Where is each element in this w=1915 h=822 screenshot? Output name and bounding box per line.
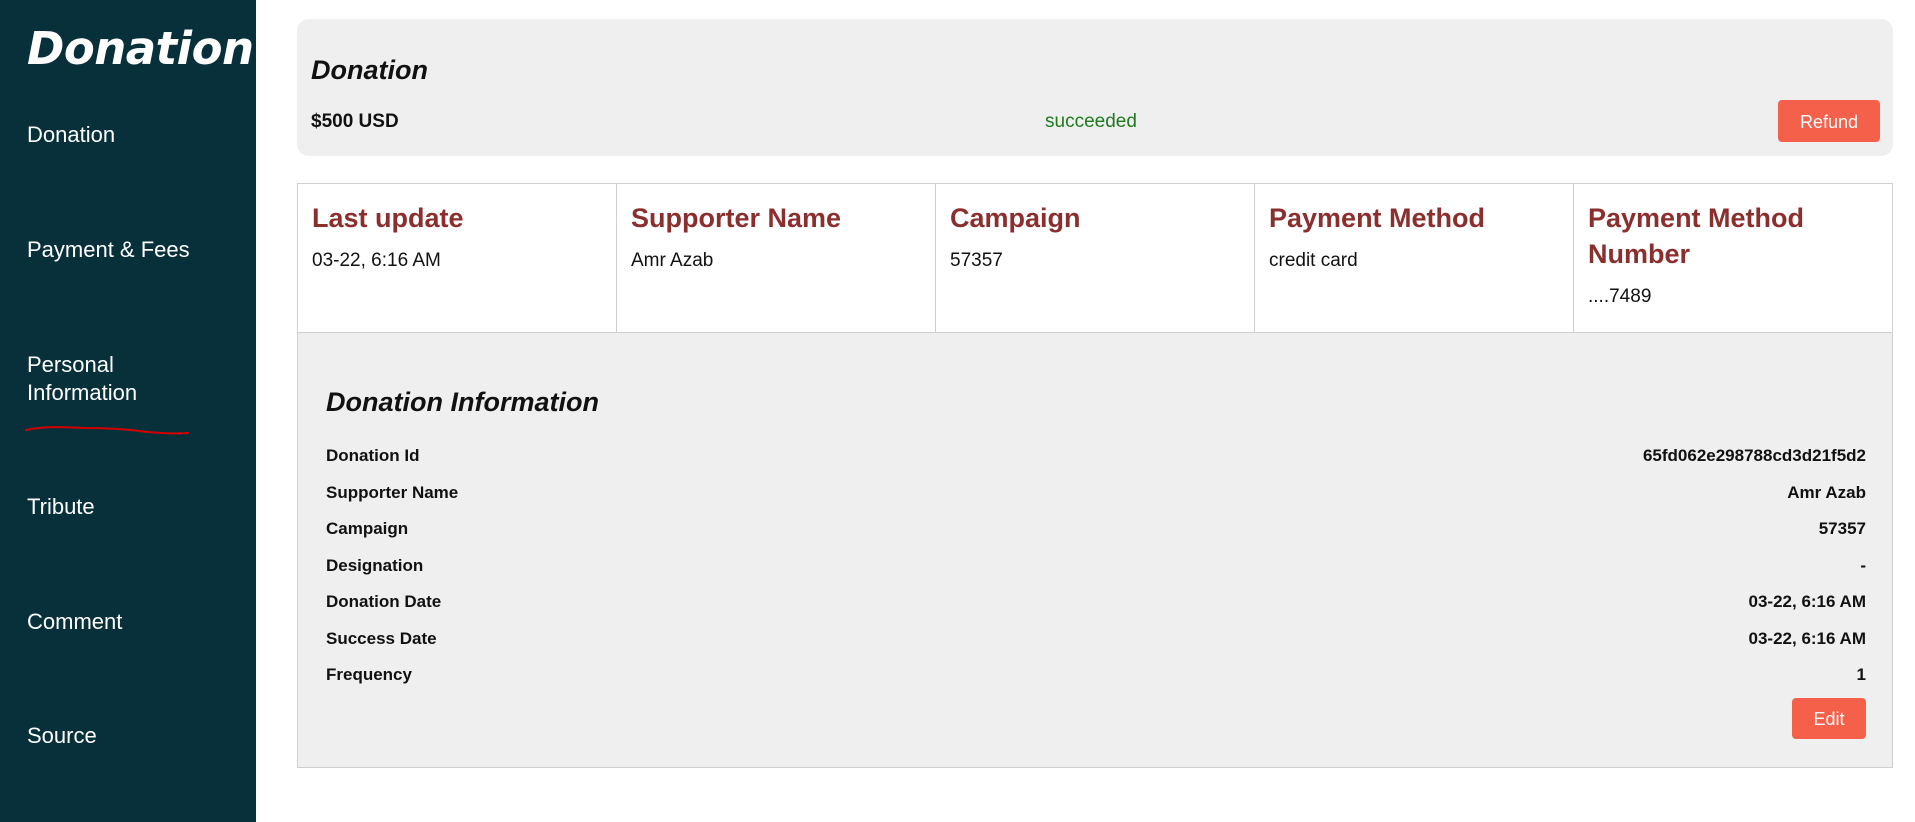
info-row-success-date: Success Date 03-22, 6:16 AM xyxy=(326,629,1866,653)
donation-information-panel: Donation Information Donation Id 65fd062… xyxy=(297,332,1893,768)
sidebar-item-personal-information[interactable]: Personal Information xyxy=(27,351,177,407)
info-label: Campaign xyxy=(326,519,409,538)
info-value: 57357 xyxy=(1818,519,1866,538)
refund-button[interactable]: Refund xyxy=(1778,100,1880,142)
info-row-campaign: Campaign 57357 xyxy=(326,519,1866,543)
sidebar: Donation Donation Payment & Fees Persona… xyxy=(0,0,256,822)
donation-detail-cards: Last update 03-22, 6:16 AM Supporter Nam… xyxy=(297,183,1893,333)
info-value: 03-22, 6:16 AM xyxy=(1748,629,1866,648)
info-value: Amr Azab xyxy=(1787,483,1866,502)
info-row-designation: Designation - xyxy=(326,556,1866,580)
info-row-donation-date: Donation Date 03-22, 6:16 AM xyxy=(326,592,1866,616)
red-underline-annotation xyxy=(25,426,189,435)
card-payment-method: Payment Method credit card xyxy=(1254,183,1573,333)
info-label: Donation Date xyxy=(326,592,442,611)
info-label: Success Date xyxy=(326,629,437,648)
sidebar-item-comment[interactable]: Comment xyxy=(27,608,122,636)
donation-amount: $500 USD xyxy=(311,111,399,132)
sidebar-item-source[interactable]: Source xyxy=(27,722,97,750)
info-value: - xyxy=(1860,556,1866,575)
card-value: credit card xyxy=(1269,250,1358,271)
info-row-frequency: Frequency 1 xyxy=(326,665,1866,689)
brand-title: Donation xyxy=(27,22,254,75)
card-value: Amr Azab xyxy=(631,250,714,271)
info-value: 65fd062e298788cd3d21f5d2 xyxy=(1642,446,1866,465)
info-row-supporter-name: Supporter Name Amr Azab xyxy=(326,483,1866,507)
summary-title: Donation xyxy=(311,55,428,85)
card-last-update: Last update 03-22, 6:16 AM xyxy=(297,183,616,333)
info-label: Donation Id xyxy=(326,446,420,465)
card-title: Payment Method Number xyxy=(1588,203,1805,269)
sidebar-item-payment-fees[interactable]: Payment & Fees xyxy=(27,236,190,264)
info-value: 1 xyxy=(1856,665,1866,684)
info-label: Supporter Name xyxy=(326,483,459,502)
edit-button[interactable]: Edit xyxy=(1792,698,1866,739)
card-value: 03-22, 6:16 AM xyxy=(312,250,441,271)
info-row-donation-id: Donation Id 65fd062e298788cd3d21f5d2 xyxy=(326,446,1866,470)
status-badge: succeeded xyxy=(1045,111,1137,132)
card-value: 57357 xyxy=(950,250,1003,271)
card-supporter-name: Supporter Name Amr Azab xyxy=(616,183,935,333)
card-campaign: Campaign 57357 xyxy=(935,183,1254,333)
card-title: Last update xyxy=(312,203,464,233)
card-title: Payment Method xyxy=(1269,203,1486,233)
info-label: Frequency xyxy=(326,665,412,684)
info-title: Donation Information xyxy=(326,387,599,417)
donation-summary-panel: Donation $500 USD succeeded Refund xyxy=(297,19,1893,156)
card-value: ....7489 xyxy=(1588,286,1652,307)
sidebar-item-tribute[interactable]: Tribute xyxy=(27,493,95,521)
card-payment-method-number: Payment Method Number ....7489 xyxy=(1573,183,1893,333)
card-title: Campaign xyxy=(950,203,1081,233)
card-title: Supporter Name xyxy=(631,203,842,233)
sidebar-item-donation[interactable]: Donation xyxy=(27,121,115,149)
info-value: 03-22, 6:16 AM xyxy=(1748,592,1866,611)
info-label: Designation xyxy=(326,556,424,575)
